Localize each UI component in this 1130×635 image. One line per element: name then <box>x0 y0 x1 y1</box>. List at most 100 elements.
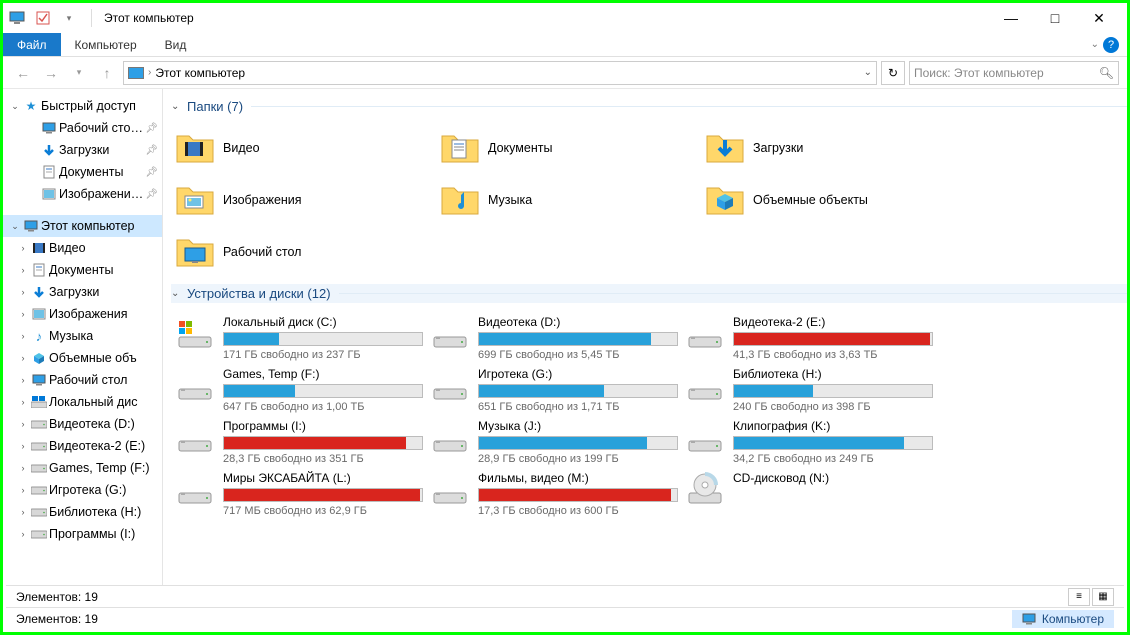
drive-item[interactable]: Клипография (K:) 34,2 ГБ свободно из 249… <box>681 415 936 467</box>
sidebar-item[interactable]: ›Объемные объ <box>3 347 162 369</box>
sidebar-item[interactable]: ›Локальный дис <box>3 391 162 413</box>
menu-view[interactable]: Вид <box>151 33 201 56</box>
folder-item[interactable]: Музыка <box>436 174 701 226</box>
expand-icon[interactable]: › <box>17 419 29 429</box>
expand-icon[interactable]: › <box>17 507 29 517</box>
down-icon <box>31 284 47 300</box>
nav-forward-button[interactable]: → <box>39 61 63 85</box>
drive-item[interactable]: Миры ЭКСАБАЙТА (L:) 717 МБ свободно из 6… <box>171 467 426 519</box>
computer-badge[interactable]: Компьютер <box>1012 610 1114 628</box>
maximize-button[interactable]: □ <box>1033 4 1077 32</box>
sidebar-item[interactable]: ⌄Этот компьютер <box>3 215 162 237</box>
sidebar-item[interactable]: Документы📌︎ <box>3 161 162 183</box>
drive-item[interactable]: Музыка (J:) 28,9 ГБ свободно из 199 ГБ <box>426 415 681 467</box>
desktop-icon <box>41 120 57 136</box>
folder-item[interactable]: Загрузки <box>701 122 966 174</box>
expand-icon[interactable]: › <box>17 463 29 473</box>
sidebar-item[interactable]: ›Видеотека-2 (E:) <box>3 435 162 457</box>
expand-icon[interactable]: › <box>17 375 29 385</box>
sidebar-item[interactable]: › Документы <box>3 259 162 281</box>
folder-item[interactable]: Видео <box>171 122 436 174</box>
drive-free-label: 17,3 ГБ свободно из 600 ГБ <box>478 505 678 517</box>
sidebar-item[interactable]: Загрузки📌︎ <box>3 139 162 161</box>
nav-up-button[interactable]: ↑ <box>95 61 119 85</box>
view-details-button[interactable]: ≡ <box>1068 588 1090 606</box>
drive-icon <box>175 365 215 401</box>
drive-item[interactable]: Games, Temp (F:) 647 ГБ свободно из 1,00… <box>171 363 426 415</box>
drive-free-label: 699 ГБ свободно из 5,45 ТБ <box>478 349 678 361</box>
sidebar-item-label: Программы (I:) <box>49 527 135 541</box>
doc-icon <box>31 262 47 278</box>
drive-item[interactable]: Игротека (G:) 651 ГБ свободно из 1,71 ТБ <box>426 363 681 415</box>
pin-icon: 📌︎ <box>145 189 158 200</box>
qat-dropdown-icon[interactable]: ▾ <box>61 10 77 26</box>
search-input[interactable]: Поиск: Этот компьютер 🔍︎ <box>909 61 1119 85</box>
drive-item[interactable]: Библиотека (H:) 240 ГБ свободно из 398 Г… <box>681 363 936 415</box>
expand-icon[interactable]: › <box>17 243 29 253</box>
folder-label: Видео <box>223 141 260 155</box>
sidebar-item[interactable]: Рабочий сто…📌︎ <box>3 117 162 139</box>
drive-item[interactable]: Локальный диск (C:) 171 ГБ свободно из 2… <box>171 311 426 363</box>
drive-item[interactable]: Программы (I:) 28,3 ГБ свободно из 351 Г… <box>171 415 426 467</box>
view-tiles-button[interactable]: ▦ <box>1092 588 1114 606</box>
desktop-icon <box>31 372 47 388</box>
folder-item[interactable]: Рабочий стол <box>171 226 436 278</box>
sidebar-item[interactable]: ›Загрузки <box>3 281 162 303</box>
sidebar-item[interactable]: ⌄★Быстрый доступ <box>3 95 162 117</box>
sidebar-item[interactable]: ›Рабочий стол <box>3 369 162 391</box>
folder-item[interactable]: Объемные объекты <box>701 174 966 226</box>
expand-icon[interactable]: › <box>17 309 29 319</box>
expand-icon[interactable]: › <box>17 441 29 451</box>
menu-file[interactable]: Файл <box>3 33 61 56</box>
expand-icon[interactable]: › <box>17 529 29 539</box>
sidebar-item[interactable]: › Программы (I:) <box>3 523 162 545</box>
sidebar-item[interactable]: › Games, Temp (F:) <box>3 457 162 479</box>
chevron-right-icon: › <box>148 67 151 78</box>
folder-label: Документы <box>488 141 552 155</box>
expand-icon[interactable]: › <box>17 353 29 363</box>
drive-item[interactable]: Фильмы, видео (M:) 17,3 ГБ свободно из 6… <box>426 467 681 519</box>
sidebar-item-label: Видеотека (D:) <box>49 417 135 431</box>
sidebar-item[interactable]: › Видеотека (D:) <box>3 413 162 435</box>
drive-item[interactable]: Видеотека-2 (E:) 41,3 ГБ свободно из 3,6… <box>681 311 936 363</box>
folder-item[interactable]: Документы <box>436 122 701 174</box>
menu-computer[interactable]: Компьютер <box>61 33 151 56</box>
expand-icon[interactable]: › <box>17 485 29 495</box>
pc-icon <box>128 67 144 79</box>
sidebar-item[interactable]: ›Игротека (G:) <box>3 479 162 501</box>
ribbon-expand-icon[interactable]: ⌄ <box>1091 39 1099 50</box>
drive-item[interactable]: Видеотека (D:) 699 ГБ свободно из 5,45 Т… <box>426 311 681 363</box>
expand-icon[interactable]: › <box>17 265 29 275</box>
sidebar-item[interactable]: ›Видео <box>3 237 162 259</box>
address-dropdown-icon[interactable]: ⌄ <box>864 67 872 78</box>
star-icon: ★ <box>23 98 39 114</box>
drive-free-label: 41,3 ГБ свободно из 3,63 ТБ <box>733 349 933 361</box>
sidebar-item-label: Games, Temp (F:) <box>49 461 149 475</box>
sidebar-item[interactable]: ›♪Музыка <box>3 325 162 347</box>
expand-icon[interactable]: › <box>17 331 29 341</box>
sidebar-item[interactable]: ›Библиотека (H:) <box>3 501 162 523</box>
sidebar-item[interactable]: ›Изображения <box>3 303 162 325</box>
drive-icon <box>685 313 725 349</box>
drive-usage-bar <box>733 436 933 450</box>
expand-icon[interactable]: ⌄ <box>9 221 21 232</box>
qat-properties-icon[interactable] <box>35 10 51 26</box>
group-header-folders[interactable]: ⌄ Папки (7) <box>171 99 1127 114</box>
address-field[interactable]: › Этот компьютер ⌄ <box>123 61 877 85</box>
minimize-button[interactable]: — <box>989 4 1033 32</box>
help-icon[interactable]: ? <box>1103 37 1119 53</box>
folder-item[interactable]: Изображения <box>171 174 436 226</box>
refresh-button[interactable]: ↻ <box>881 61 905 85</box>
folders-grid: Видео Документы Загрузки ИзображенияМузыкаО… <box>171 122 1127 278</box>
drive-item[interactable]: CD-дисковод (N:) <box>681 467 936 519</box>
expand-icon[interactable]: › <box>17 397 29 407</box>
expand-icon[interactable]: ⌄ <box>9 101 21 112</box>
sidebar-item[interactable]: Изображени…📌︎ <box>3 183 162 205</box>
sidebar-item-label: Документы <box>49 263 113 277</box>
close-button[interactable]: ✕ <box>1077 4 1121 32</box>
expand-icon[interactable]: › <box>17 287 29 297</box>
group-header-drives[interactable]: ⌄ Устройства и диски (12) <box>171 284 1127 303</box>
drive-free-label: 171 ГБ свободно из 237 ГБ <box>223 349 423 361</box>
nav-back-button[interactable]: ← <box>11 61 35 85</box>
nav-history-icon[interactable]: ▾ <box>67 61 91 85</box>
